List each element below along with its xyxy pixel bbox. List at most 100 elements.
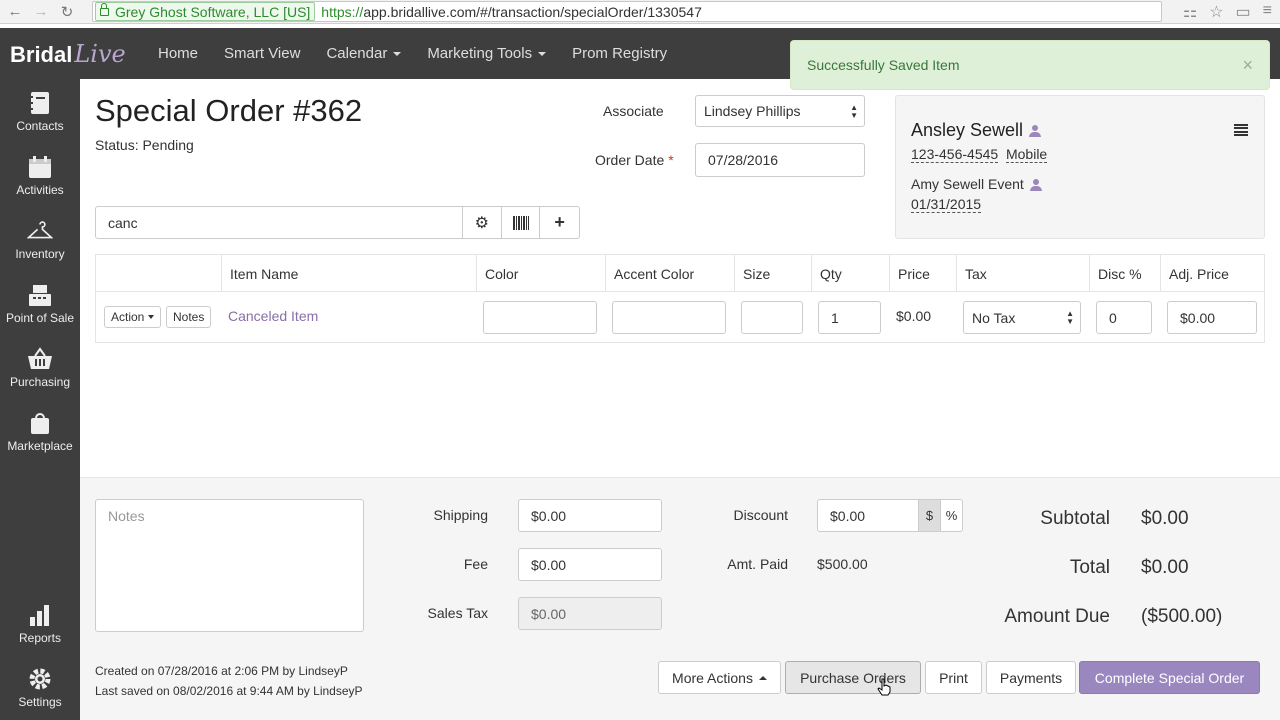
key-icon[interactable]: ⚏ xyxy=(1183,2,1197,22)
items-table: Item Name Color Accent Color Size Qty Pr… xyxy=(95,254,1265,343)
add-item-button[interactable]: + xyxy=(540,207,579,238)
fee-input[interactable]: $0.00 xyxy=(518,548,662,581)
hamburger-menu-icon[interactable] xyxy=(1234,124,1248,136)
barcode-button[interactable] xyxy=(502,207,541,238)
order-date-input[interactable]: 07/28/2016 xyxy=(695,143,865,177)
nav-prom-registry[interactable]: Prom Registry xyxy=(572,45,667,62)
row-action-button[interactable]: Action xyxy=(104,306,162,328)
cast-icon[interactable]: ▭ xyxy=(1236,2,1251,22)
fee-label: Fee xyxy=(463,556,488,572)
discount-percent-input[interactable]: 0 xyxy=(1096,301,1152,334)
order-date-label: Order Date * xyxy=(595,152,674,168)
associate-select[interactable]: Lindsey Phillips ▲ ▼ xyxy=(695,95,865,127)
select-arrows-icon: ▲ ▼ xyxy=(1066,309,1074,326)
sidebar-item-marketplace[interactable]: Marketplace xyxy=(0,399,80,459)
column-header: Qty xyxy=(811,255,889,292)
sidebar-item-point-of-sale[interactable]: Point of Sale xyxy=(0,271,80,331)
ev-certificate-badge[interactable]: Grey Ghost Software, LLC [US] xyxy=(95,2,316,21)
main-content: Special Order #362 Status: Pending Assoc… xyxy=(80,79,1280,720)
chevron-down-icon xyxy=(393,51,402,56)
order-footer: Notes Shipping $0.00 Fee $0.00 Sales Tax… xyxy=(80,477,1280,720)
star-icon[interactable]: ☆ xyxy=(1209,2,1223,22)
column-header: Color xyxy=(476,255,605,292)
register-icon xyxy=(29,285,51,306)
page-title: Special Order #362 xyxy=(95,93,363,128)
item-search-group: canc ⚙ + xyxy=(95,206,580,239)
sidebar-item-settings[interactable]: Settings xyxy=(0,655,80,715)
adj-price-input[interactable]: $0.00 xyxy=(1167,301,1257,334)
discount-input[interactable]: $0.00 xyxy=(817,499,919,532)
size-input[interactable] xyxy=(741,301,803,334)
forward-arrow-icon[interactable]: → xyxy=(30,1,52,23)
brand-logo[interactable]: Bridal Live xyxy=(0,40,140,68)
basket-icon xyxy=(28,347,52,369)
person-icon xyxy=(1029,179,1042,192)
total-value: $0.00 xyxy=(1141,557,1189,578)
shipping-input[interactable]: $0.00 xyxy=(518,499,662,532)
discount-label: Discount xyxy=(733,507,788,523)
sidebar-item-purchasing[interactable]: Purchasing xyxy=(0,335,80,395)
browser-toolbar: ← → ↻ Grey Ghost Software, LLC [US] http… xyxy=(0,0,1280,24)
address-bar[interactable]: Grey Ghost Software, LLC [US] https://ap… xyxy=(92,1,1162,22)
associate-label: Associate xyxy=(603,103,664,119)
customer-card: Ansley Sewell 123-456-4545 Mobile Amy Se… xyxy=(895,95,1265,239)
column-header: Price xyxy=(889,255,956,292)
nav-marketing-tools[interactable]: Marketing Tools xyxy=(427,45,547,62)
accent-color-input[interactable] xyxy=(612,301,726,334)
chevron-up-icon xyxy=(758,675,767,680)
person-icon xyxy=(1029,125,1042,138)
nav-smart-view[interactable]: Smart View xyxy=(224,45,300,62)
color-input[interactable] xyxy=(483,301,597,334)
item-search-input[interactable]: canc xyxy=(96,207,463,238)
nav-home[interactable]: Home xyxy=(158,45,198,62)
subtotal-value: $0.00 xyxy=(1141,508,1189,529)
shipping-label: Shipping xyxy=(433,507,489,523)
nav-calendar[interactable]: Calendar xyxy=(326,45,402,62)
column-header: Item Name xyxy=(221,255,476,292)
calendar-icon xyxy=(29,156,51,178)
sidebar-item-reports[interactable]: Reports xyxy=(0,591,80,651)
sales-tax-label: Sales Tax xyxy=(427,605,488,621)
tax-select[interactable]: No Tax ▲ ▼ xyxy=(963,301,1081,334)
lock-icon xyxy=(100,2,109,16)
plus-icon: + xyxy=(554,212,565,232)
sidebar-item-activities[interactable]: Activities xyxy=(0,143,80,203)
table-row: Action Notes Canceled Item 1 $0.00 No Ta… xyxy=(96,292,1264,343)
reload-icon[interactable]: ↻ xyxy=(56,1,78,23)
chrome-menu-icon[interactable]: ≡ xyxy=(1263,2,1272,22)
saved-info: Last saved on 08/02/2016 at 9:44 AM by L… xyxy=(95,684,363,698)
customer-event[interactable]: Amy Sewell Event xyxy=(911,176,1042,192)
close-icon[interactable]: × xyxy=(1242,55,1253,76)
back-arrow-icon[interactable]: ← xyxy=(4,1,26,23)
discount-dollar-toggle[interactable]: $ xyxy=(918,499,941,532)
hanger-icon xyxy=(27,221,53,239)
sidebar-item-inventory[interactable]: Inventory xyxy=(0,207,80,267)
item-name-link[interactable]: Canceled Item xyxy=(228,308,318,324)
customer-phone[interactable]: 123-456-4545 Mobile xyxy=(911,146,1048,163)
total-label: Total xyxy=(1069,557,1110,578)
notes-textarea[interactable]: Notes xyxy=(95,499,364,632)
column-header: Adj. Price xyxy=(1160,255,1264,292)
complete-special-order-button[interactable]: Complete Special Order xyxy=(1079,661,1260,694)
search-settings-button[interactable]: ⚙ xyxy=(463,207,502,238)
bag-icon xyxy=(31,413,49,434)
table-header-row: Item Name Color Accent Color Size Qty Pr… xyxy=(96,255,1264,292)
column-header: Disc % xyxy=(1089,255,1160,292)
hand-cursor-icon xyxy=(877,678,891,696)
customer-event-date[interactable]: 01/31/2015 xyxy=(911,196,982,213)
select-arrows-icon: ▲ ▼ xyxy=(850,103,858,120)
payments-button[interactable]: Payments xyxy=(986,661,1076,694)
chevron-down-icon xyxy=(538,51,547,56)
print-button[interactable]: Print xyxy=(925,661,982,694)
qty-input[interactable]: 1 xyxy=(818,301,881,334)
required-marker: * xyxy=(668,152,674,168)
column-header: Tax xyxy=(956,255,1089,292)
sidebar-item-contacts[interactable]: Contacts xyxy=(0,79,80,139)
sidebar: Contacts Activities Inventory Point of S… xyxy=(0,79,80,720)
more-actions-button[interactable]: More Actions xyxy=(658,661,781,694)
purchase-orders-button[interactable]: Purchase Orders xyxy=(785,661,921,694)
gear-icon: ⚙ xyxy=(474,214,489,232)
customer-name[interactable]: Ansley Sewell xyxy=(911,120,1042,141)
sales-tax-input: $0.00 xyxy=(518,597,662,630)
row-notes-button[interactable]: Notes xyxy=(166,306,212,328)
